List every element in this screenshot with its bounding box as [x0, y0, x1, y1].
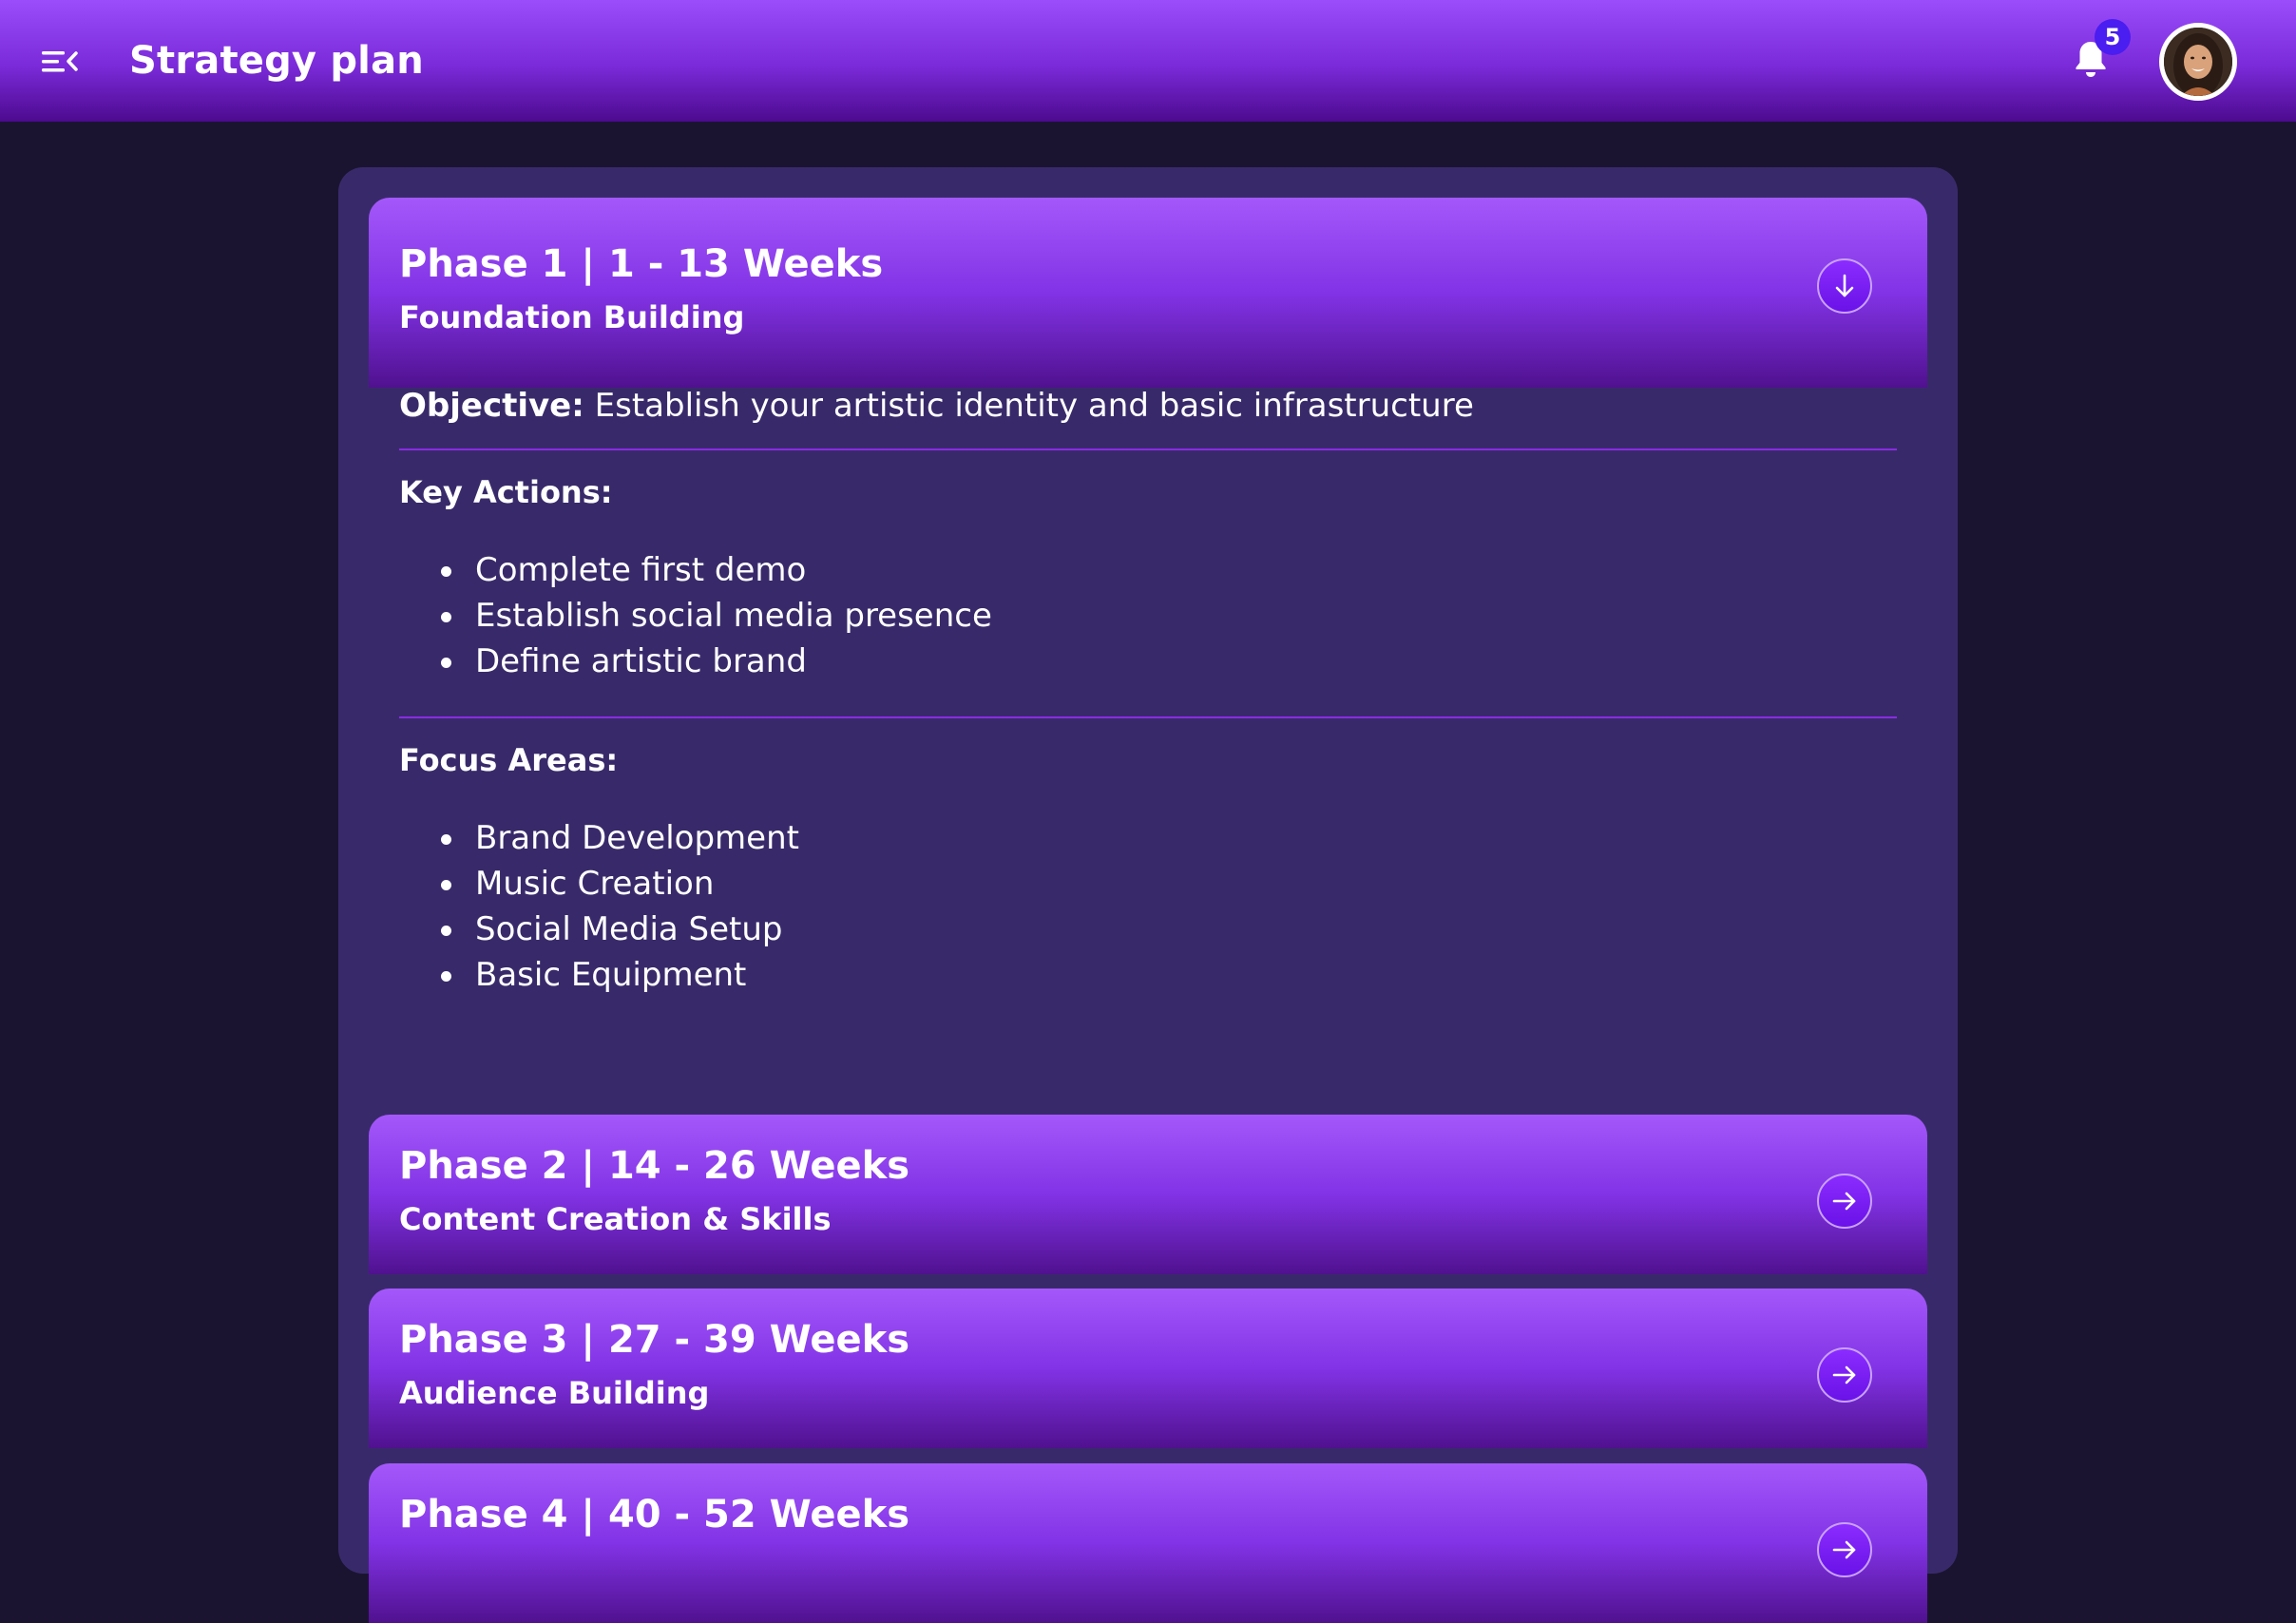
phase-title: Phase 3 | 27 - 39 Weeks: [399, 1318, 910, 1362]
phase-subtitle: Audience Building: [399, 1375, 710, 1411]
phase-title: Phase 1 | 1 - 13 Weeks: [399, 242, 884, 286]
user-avatar[interactable]: [2159, 23, 2237, 101]
arrow-right-icon: [1832, 1540, 1856, 1559]
expand-phase-button[interactable]: [1817, 1174, 1872, 1229]
collapse-phase-button[interactable]: [1817, 258, 1872, 314]
phase-title: Phase 4 | 40 - 52 Weeks: [399, 1493, 910, 1537]
divider: [399, 449, 1897, 450]
list-item: Establish social media presence: [399, 593, 1897, 639]
page-title: Strategy plan: [129, 39, 424, 83]
phase-card-1-header[interactable]: Phase 1 | 1 - 13 Weeks Foundation Buildi…: [369, 198, 1927, 388]
arrow-right-icon: [1832, 1365, 1856, 1384]
arrow-down-icon: [1835, 274, 1854, 297]
phase-1-details: Objective: Establish your artistic ident…: [399, 386, 1897, 998]
divider: [399, 716, 1897, 718]
top-app-bar: Strategy plan 5: [0, 0, 2296, 122]
objective-label: Objective:: [399, 387, 584, 425]
focus-areas-heading: Focus Areas:: [399, 742, 619, 778]
list-item: Basic Equipment: [399, 952, 1897, 998]
focus-areas-list: Brand Development Music Creation Social …: [399, 815, 1897, 998]
strategy-panel: Phase 1 | 1 - 13 Weeks Foundation Buildi…: [338, 167, 1958, 1623]
objective: Objective: Establish your artistic ident…: [399, 386, 1897, 426]
expand-phase-button[interactable]: [1817, 1522, 1872, 1577]
phase-card-2[interactable]: Phase 2 | 14 - 26 Weeks Content Creation…: [369, 1115, 1927, 1274]
objective-text: Establish your artistic identity and bas…: [594, 387, 1474, 425]
phase-card-3[interactable]: Phase 3 | 27 - 39 Weeks Audience Buildin…: [369, 1289, 1927, 1448]
menu-collapse-icon[interactable]: [40, 42, 80, 82]
phase-title: Phase 2 | 14 - 26 Weeks: [399, 1144, 910, 1188]
phase-subtitle: Content Creation & Skills: [399, 1201, 832, 1237]
key-actions-list: Complete first demo Establish social med…: [399, 547, 1897, 684]
list-item: Music Creation: [399, 861, 1897, 907]
list-item: Complete first demo: [399, 547, 1897, 593]
list-item: Brand Development: [399, 815, 1897, 861]
expand-phase-button[interactable]: [1817, 1347, 1872, 1403]
notification-badge: 5: [2095, 19, 2131, 55]
key-actions-heading: Key Actions:: [399, 474, 613, 510]
phase-card-4[interactable]: Phase 4 | 40 - 52 Weeks: [369, 1463, 1927, 1623]
arrow-right-icon: [1832, 1192, 1856, 1211]
phase-subtitle: Foundation Building: [399, 299, 745, 335]
list-item: Define artistic brand: [399, 639, 1897, 684]
list-item: Social Media Setup: [399, 907, 1897, 952]
